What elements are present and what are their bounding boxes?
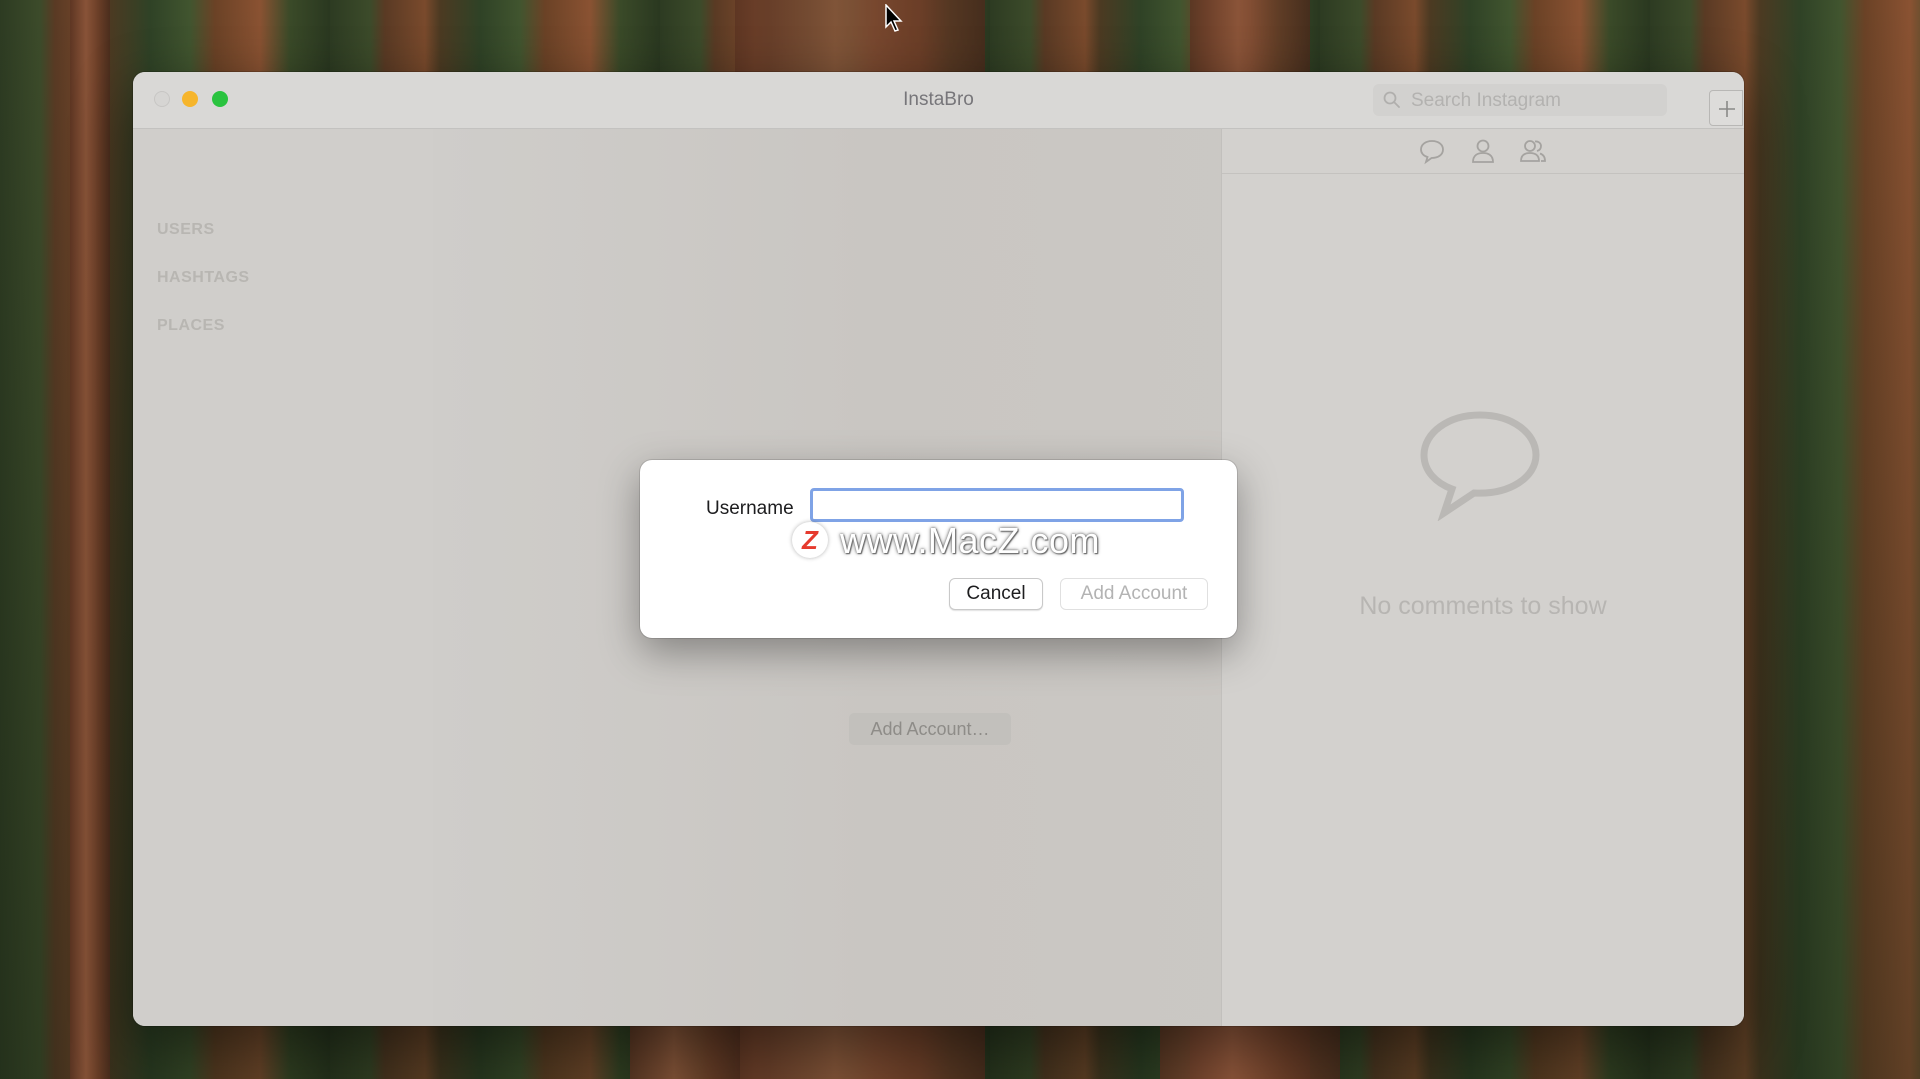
tree-trunk [1160, 1026, 1340, 1079]
add-account-dialog: Username Z www.MacZ.com Cancel Add Accou… [640, 460, 1237, 638]
title-bar: InstaBro [133, 72, 1744, 129]
cancel-button[interactable]: Cancel [949, 578, 1043, 610]
user-icon[interactable] [1469, 137, 1497, 165]
sidebar: USERS HASHTAGS PLACES [133, 129, 433, 1026]
plus-icon [1719, 101, 1735, 117]
confirm-add-account-button[interactable]: Add Account [1060, 578, 1208, 610]
add-button[interactable] [1709, 90, 1743, 126]
speech-bubble-icon [1420, 411, 1540, 521]
comments-pane: No comments to show [1222, 129, 1744, 1026]
search-input[interactable] [1409, 84, 1663, 118]
users-icon[interactable] [1519, 137, 1547, 165]
comment-icon[interactable] [1418, 137, 1446, 165]
empty-state-message: No comments to show [1359, 592, 1607, 620]
sidebar-item-users[interactable]: USERS [157, 221, 215, 239]
watermark-text: www.MacZ.com [840, 520, 1101, 561]
tree-trunk [70, 0, 110, 1079]
sidebar-item-places[interactable]: PLACES [157, 317, 225, 335]
sidebar-item-hashtags[interactable]: HASHTAGS [157, 269, 250, 287]
search-icon [1383, 91, 1400, 108]
username-label: Username [706, 498, 794, 519]
tree-trunk [630, 1026, 740, 1079]
search-field[interactable] [1373, 84, 1667, 118]
username-field[interactable] [810, 488, 1184, 522]
watermark-logo: Z [792, 522, 828, 558]
add-account-button[interactable]: Add Account… [849, 713, 1011, 745]
mouse-cursor-icon [885, 4, 903, 32]
comments-toolbar [1222, 129, 1744, 174]
